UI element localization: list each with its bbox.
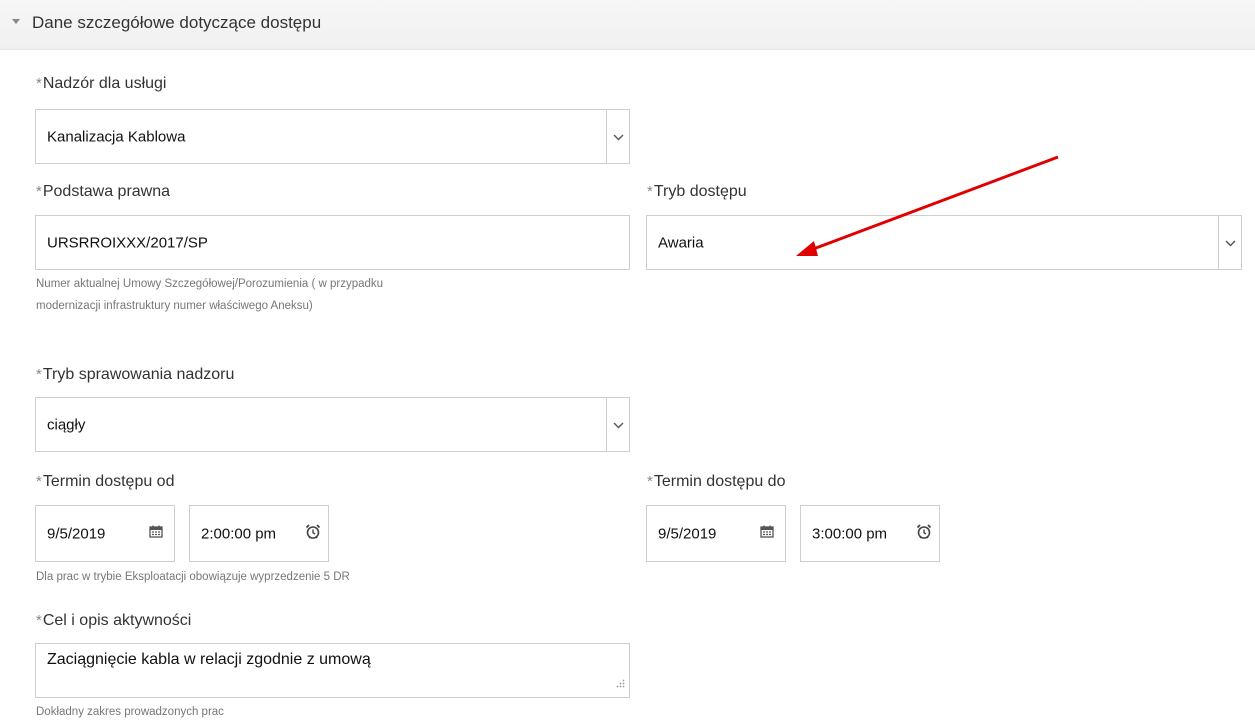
termin-od-label-text: Termin dostępu od <box>42 473 175 490</box>
tryb-nadzoru-select-toggle[interactable] <box>606 398 629 451</box>
calendar-icon[interactable] <box>760 525 774 543</box>
termin-od-label: *Termin dostępu od <box>36 473 174 491</box>
tryb-nadzoru-select-value: ciągły <box>47 416 86 433</box>
required-marker: * <box>647 473 653 490</box>
calendar-icon[interactable] <box>149 525 163 543</box>
required-marker: * <box>36 473 42 490</box>
termin-od-time-value: 2:00:00 pm <box>201 525 277 542</box>
cel-help: Dokładny zakres prowadzonych prac <box>36 706 224 718</box>
alarm-clock-icon[interactable] <box>305 523 321 544</box>
termin-do-time-value: 3:00:00 pm <box>812 525 888 542</box>
termin-do-label: *Termin dostępu do <box>647 473 785 491</box>
termin-do-date-input[interactable]: 9/5/2019 <box>646 505 786 562</box>
required-marker: * <box>36 612 42 629</box>
termin-help: Dla prac w trybie Eksploatacji obowiązuj… <box>36 571 350 583</box>
cel-label-text: Cel i opis aktywności <box>42 612 192 629</box>
chevron-down-icon <box>613 422 624 428</box>
termin-od-date-value: 9/5/2019 <box>47 525 106 542</box>
resize-grip-icon[interactable] <box>616 675 625 693</box>
termin-od-date-input[interactable]: 9/5/2019 <box>35 505 175 562</box>
tryb-nadzoru-select[interactable]: ciągły <box>35 397 630 452</box>
cel-textarea[interactable]: Zaciągnięcie kabla w relacji zgodnie z u… <box>35 643 630 698</box>
alarm-clock-icon[interactable] <box>916 523 932 544</box>
termin-do-label-text: Termin dostępu do <box>653 473 786 490</box>
cel-textarea-value: Zaciągnięcie kabla w relacji zgodnie z u… <box>47 651 371 668</box>
tryb-nadzoru-label: *Tryb sprawowania nadzoru <box>36 366 234 384</box>
termin-do-date-value: 9/5/2019 <box>658 525 717 542</box>
tryb-nadzoru-label-text: Tryb sprawowania nadzoru <box>42 366 235 383</box>
termin-od-time-input[interactable]: 2:00:00 pm <box>189 505 329 562</box>
termin-do-time-input[interactable]: 3:00:00 pm <box>800 505 940 562</box>
required-marker: * <box>36 366 42 383</box>
cel-label: *Cel i opis aktywności <box>36 612 191 630</box>
